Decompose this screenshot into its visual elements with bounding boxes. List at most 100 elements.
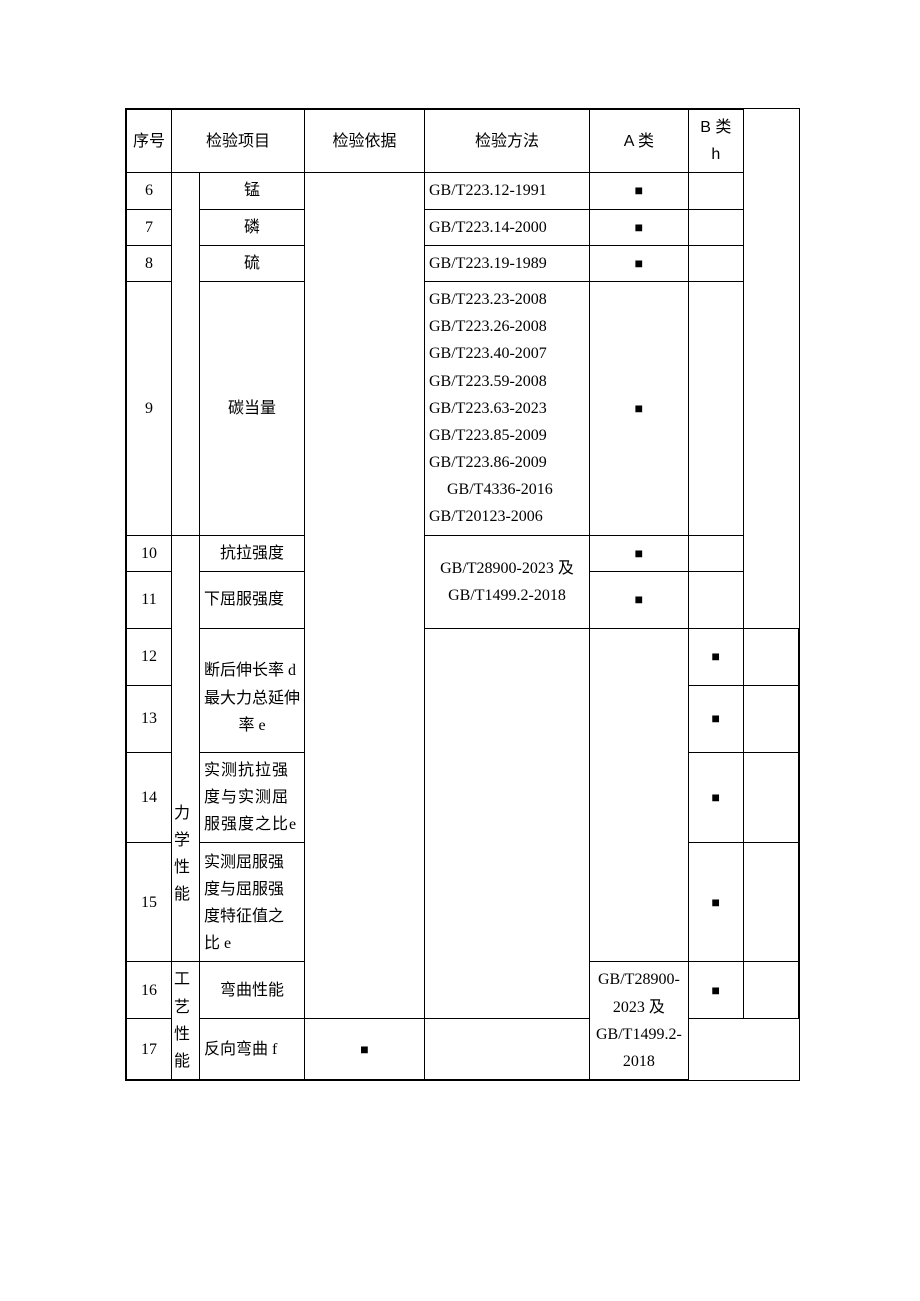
cell-method: GB/T223.19-1989 bbox=[425, 245, 590, 281]
cell-method: GB/T28900-2023 及 GB/T1499.2-2018 bbox=[425, 535, 590, 628]
cell-a: ■ bbox=[688, 962, 743, 1019]
cell-method: GB/T223.23-2008 GB/T223.26-2008 GB/T223.… bbox=[425, 281, 590, 535]
square-icon: ■ bbox=[712, 712, 720, 727]
cell-seq: 12 bbox=[127, 628, 172, 685]
cell-item: 下屈服强度 bbox=[200, 571, 305, 628]
cell-a: ■ bbox=[305, 1019, 425, 1080]
cell-b bbox=[743, 628, 798, 685]
table-header-row: 序号 检验项目 检验依据 检验方法 A 类 B 类 h bbox=[127, 110, 799, 173]
cell-b bbox=[688, 281, 743, 535]
cell-b bbox=[688, 571, 743, 628]
square-icon: ■ bbox=[635, 221, 643, 236]
cell-b bbox=[743, 962, 798, 1019]
table-row: 12 断后伸长率 d 最大力总延伸率 e ■ bbox=[127, 628, 799, 685]
table-row: 10 力学性能 抗拉强度 GB/T28900-2023 及 GB/T1499.2… bbox=[127, 535, 799, 571]
cell-item: 实测屈服强度与屈服强度特征值之比 e bbox=[200, 843, 305, 962]
square-icon: ■ bbox=[635, 184, 643, 199]
cell-item: 磷 bbox=[200, 209, 305, 245]
cell-seq: 9 bbox=[127, 281, 172, 535]
cell-a: ■ bbox=[590, 535, 689, 571]
cell-seq: 8 bbox=[127, 245, 172, 281]
square-icon: ■ bbox=[712, 791, 720, 806]
header-a: A 类 bbox=[590, 110, 689, 173]
method-line: GB/T223.63-2023 bbox=[429, 395, 583, 422]
cell-b bbox=[688, 535, 743, 571]
method-line: GB/T28900-2023 及 bbox=[596, 966, 682, 1020]
method-line: GB/T4336-2016 bbox=[429, 476, 583, 503]
cell-seq: 16 bbox=[127, 962, 172, 1019]
header-basis: 检验依据 bbox=[305, 110, 425, 173]
cell-seq: 15 bbox=[127, 843, 172, 962]
square-icon: ■ bbox=[712, 984, 720, 999]
cell-a: ■ bbox=[590, 209, 689, 245]
method-line: GB/T223.59-2008 bbox=[429, 368, 583, 395]
cell-a: ■ bbox=[590, 245, 689, 281]
cell-item: 锰 bbox=[200, 173, 305, 209]
cell-category-proc: 工艺性能 bbox=[172, 962, 200, 1080]
square-icon: ■ bbox=[635, 402, 643, 417]
category-label: 力学性能 bbox=[174, 805, 190, 904]
cell-item: 反向弯曲 f bbox=[200, 1019, 305, 1080]
table-row: 9 碳当量 GB/T223.23-2008 GB/T223.26-2008 GB… bbox=[127, 281, 799, 535]
cell-a: ■ bbox=[590, 173, 689, 209]
cell-item: 硫 bbox=[200, 245, 305, 281]
method-line: GB/T223.26-2008 bbox=[429, 313, 583, 340]
square-icon: ■ bbox=[635, 593, 643, 608]
cell-b bbox=[743, 843, 798, 962]
cell-item: 弯曲性能 bbox=[200, 962, 305, 1019]
header-b: B 类 h bbox=[688, 110, 743, 173]
method-line: GB/T28900-2023 及 bbox=[431, 555, 583, 582]
cell-item: 断后伸长率 d 最大力总延伸率 e bbox=[200, 628, 305, 752]
method-line: GB/T223.40-2007 bbox=[429, 340, 583, 367]
square-icon: ■ bbox=[635, 547, 643, 562]
method-line: GB/T223.85-2009 bbox=[429, 422, 583, 449]
table-row: 17 反向弯曲 f ■ bbox=[127, 1019, 799, 1080]
cell-a: ■ bbox=[688, 843, 743, 962]
cell-b bbox=[743, 685, 798, 752]
cell-seq: 11 bbox=[127, 571, 172, 628]
square-icon: ■ bbox=[635, 257, 643, 272]
cell-method bbox=[590, 628, 689, 962]
cell-a: ■ bbox=[590, 571, 689, 628]
cell-seq: 17 bbox=[127, 1019, 172, 1080]
cell-category-chem bbox=[172, 173, 200, 535]
cell-seq: 13 bbox=[127, 685, 172, 752]
cell-method: GB/T223.12-1991 bbox=[425, 173, 590, 209]
method-line: GB/T1499.2-2018 bbox=[431, 582, 583, 609]
cell-basis bbox=[305, 173, 425, 1019]
header-method: 检验方法 bbox=[425, 110, 590, 173]
cell-a: ■ bbox=[688, 752, 743, 843]
cell-basis bbox=[425, 628, 590, 1018]
cell-b bbox=[425, 1019, 590, 1080]
category-label: 工艺性能 bbox=[174, 971, 190, 1070]
cell-b bbox=[688, 173, 743, 209]
inspection-table: 序号 检验项目 检验依据 检验方法 A 类 B 类 h 6 锰 GB/T223.… bbox=[125, 108, 800, 1081]
cell-seq: 10 bbox=[127, 535, 172, 571]
square-icon: ■ bbox=[360, 1043, 368, 1058]
cell-method: GB/T223.14-2000 bbox=[425, 209, 590, 245]
method-line: GB/T20123-2006 bbox=[429, 503, 583, 530]
cell-category-mech: 力学性能 bbox=[172, 535, 200, 962]
header-seq: 序号 bbox=[127, 110, 172, 173]
cell-seq: 7 bbox=[127, 209, 172, 245]
cell-item: 抗拉强度 bbox=[200, 535, 305, 571]
cell-item: 实测抗拉强度与实测屈服强度之比e bbox=[200, 752, 305, 843]
cell-item: 碳当量 bbox=[200, 281, 305, 535]
header-item: 检验项目 bbox=[172, 110, 305, 173]
cell-b bbox=[688, 209, 743, 245]
square-icon: ■ bbox=[712, 650, 720, 665]
table-row: 6 锰 GB/T223.12-1991 ■ bbox=[127, 173, 799, 209]
cell-b bbox=[743, 752, 798, 843]
method-line: GB/T223.86-2009 bbox=[429, 449, 583, 476]
cell-seq: 14 bbox=[127, 752, 172, 843]
cell-a: ■ bbox=[688, 685, 743, 752]
item-text: 最大力总延伸率 e bbox=[204, 685, 300, 739]
cell-method: GB/T28900-2023 及 GB/T1499.2-2018 bbox=[590, 962, 689, 1080]
cell-a: ■ bbox=[590, 281, 689, 535]
cell-a: ■ bbox=[688, 628, 743, 685]
table-row: 7 磷 GB/T223.14-2000 ■ bbox=[127, 209, 799, 245]
square-icon: ■ bbox=[712, 896, 720, 911]
cell-b bbox=[688, 245, 743, 281]
method-line: GB/T1499.2-2018 bbox=[596, 1021, 682, 1075]
method-line: GB/T223.23-2008 bbox=[429, 286, 583, 313]
